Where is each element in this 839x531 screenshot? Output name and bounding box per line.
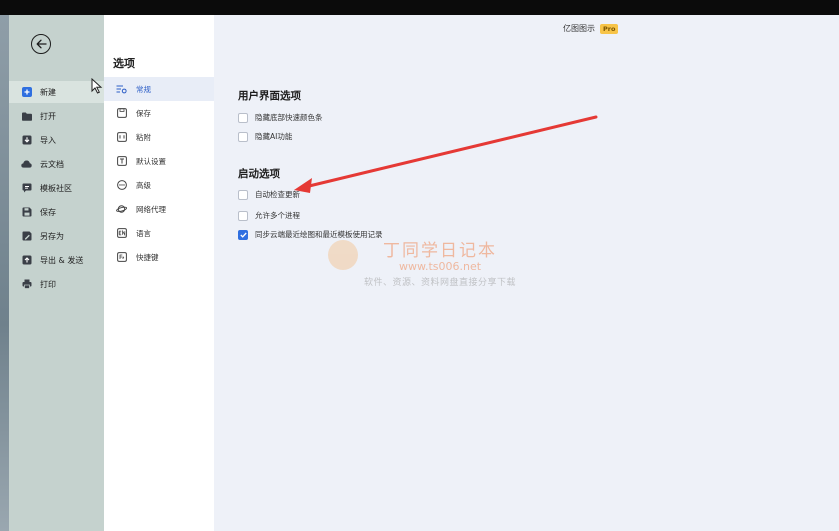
mouse-cursor-icon bbox=[91, 78, 103, 94]
annotation-arrow bbox=[294, 115, 598, 193]
